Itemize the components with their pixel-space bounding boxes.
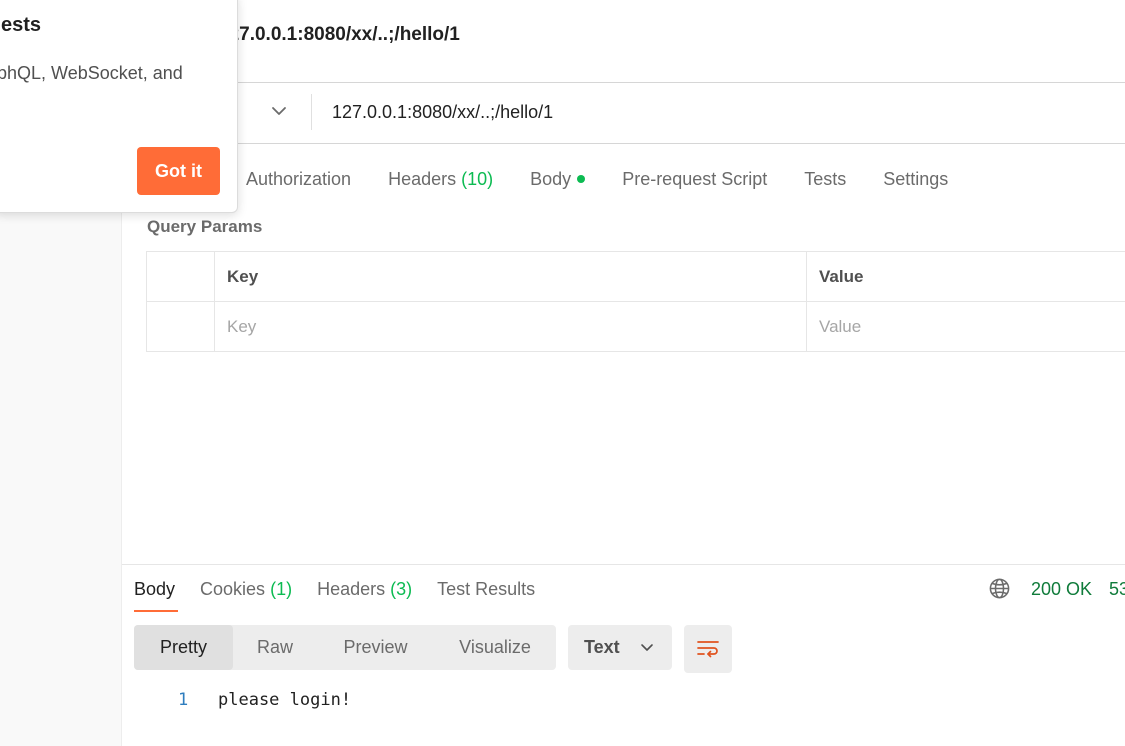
key-column-header: Key bbox=[214, 251, 807, 302]
response-time[interactable]: 53 bbox=[1109, 576, 1125, 602]
popover-body: phQL, WebSocket, and bbox=[0, 63, 183, 84]
popover-title: ests bbox=[0, 14, 235, 37]
body-modified-dot-icon bbox=[577, 174, 586, 183]
view-visualize-button[interactable]: Visualize bbox=[434, 625, 556, 670]
response-body-text[interactable]: please login! bbox=[218, 690, 351, 710]
select-column-header bbox=[146, 251, 215, 302]
response-tab-headers[interactable]: Headers (3) bbox=[317, 579, 412, 600]
value-column-header: Value bbox=[806, 251, 1125, 302]
table-header-row: Key Value bbox=[146, 251, 1125, 302]
header-divider bbox=[122, 82, 1125, 83]
response-tab-cookies[interactable]: Cookies (1) bbox=[200, 579, 292, 600]
query-params-title: Query Params bbox=[147, 217, 263, 236]
request-tabs: Authorization Headers (10) Body Pre-requ… bbox=[246, 166, 985, 192]
wrap-lines-icon bbox=[697, 641, 719, 658]
row-select-cell bbox=[146, 301, 215, 352]
tab-pre-request-script[interactable]: Pre-request Script bbox=[622, 169, 767, 190]
url-input[interactable] bbox=[332, 99, 1112, 125]
chevron-down-icon bbox=[641, 644, 653, 651]
popover-body-text: phQL, WebSocket, and bbox=[0, 63, 183, 83]
active-tab-underline bbox=[134, 610, 178, 612]
response-tab-test-results[interactable]: Test Results bbox=[437, 579, 535, 600]
tab-headers-label: Headers bbox=[388, 168, 457, 189]
view-mode-group: Pretty Raw Preview Visualize bbox=[134, 625, 556, 670]
response-tab-cookies-count: (1) bbox=[270, 578, 293, 599]
wrap-lines-button[interactable] bbox=[684, 625, 732, 673]
format-select[interactable]: Text bbox=[568, 625, 672, 670]
status-code[interactable]: 200 OK bbox=[1031, 576, 1092, 602]
line-number: 1 bbox=[178, 690, 189, 710]
tab-headers[interactable]: Headers (10) bbox=[388, 169, 493, 190]
param-value-input[interactable] bbox=[819, 316, 1123, 337]
param-key-input[interactable] bbox=[227, 316, 794, 337]
format-select-value: Text bbox=[584, 637, 620, 657]
view-raw-button[interactable]: Raw bbox=[233, 625, 317, 670]
url-bar-divider bbox=[122, 143, 1125, 144]
tab-authorization[interactable]: Authorization bbox=[246, 169, 351, 190]
response-tab-headers-count: (3) bbox=[390, 578, 413, 599]
globe-icon[interactable] bbox=[988, 577, 1011, 600]
query-params-table: Key Value bbox=[146, 251, 1125, 352]
got-it-button[interactable]: Got it bbox=[137, 147, 220, 195]
response-tab-body[interactable]: Body bbox=[134, 579, 175, 600]
tab-body[interactable]: Body bbox=[530, 168, 586, 190]
response-tabs: Body Cookies (1) Headers (3) Test Result… bbox=[134, 576, 560, 602]
view-pretty-button[interactable]: Pretty bbox=[134, 625, 233, 670]
response-tab-headers-label: Headers bbox=[317, 578, 386, 599]
onboarding-popover: ests phQL, WebSocket, and Got it bbox=[0, 0, 238, 213]
value-cell bbox=[806, 301, 1125, 352]
url-separator bbox=[311, 94, 312, 130]
chevron-down-icon[interactable] bbox=[268, 100, 290, 122]
key-cell bbox=[214, 301, 807, 352]
tab-tests[interactable]: Tests bbox=[804, 169, 846, 190]
tab-settings[interactable]: Settings bbox=[883, 169, 948, 190]
view-preview-button[interactable]: Preview bbox=[317, 625, 434, 670]
request-title[interactable]: 127.0.0.1:8080/xx/..;/hello/1 bbox=[218, 24, 460, 46]
tab-body-label: Body bbox=[530, 168, 572, 189]
popover-title-text: ests bbox=[1, 14, 42, 36]
response-divider[interactable] bbox=[122, 564, 1125, 565]
table-row bbox=[146, 301, 1125, 352]
response-tab-cookies-label: Cookies bbox=[200, 578, 266, 599]
tab-headers-count: (10) bbox=[461, 168, 494, 189]
